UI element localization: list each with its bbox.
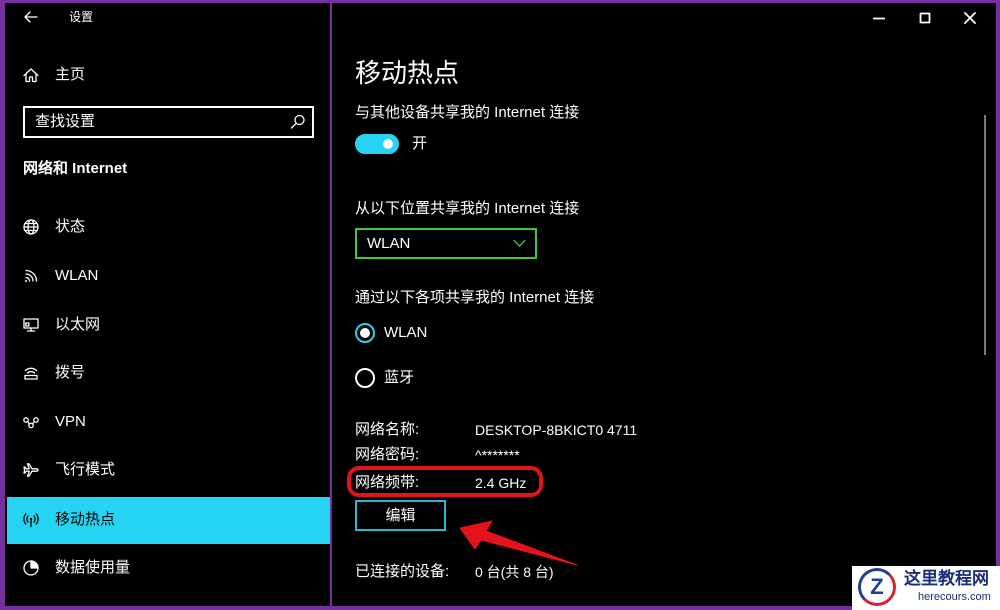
watermark-logo-letter: Z [870,574,884,599]
screenshot-frame [0,0,1000,610]
watermark: Z 这里教程网 herecours.com [852,566,1000,610]
watermark-logo: Z [858,568,896,606]
settings-window: 设置 主页 网络和 Internet 状态 [0,0,1000,610]
watermark-name: 这里教程网 [904,569,989,588]
watermark-url: herecours.com [918,591,991,603]
